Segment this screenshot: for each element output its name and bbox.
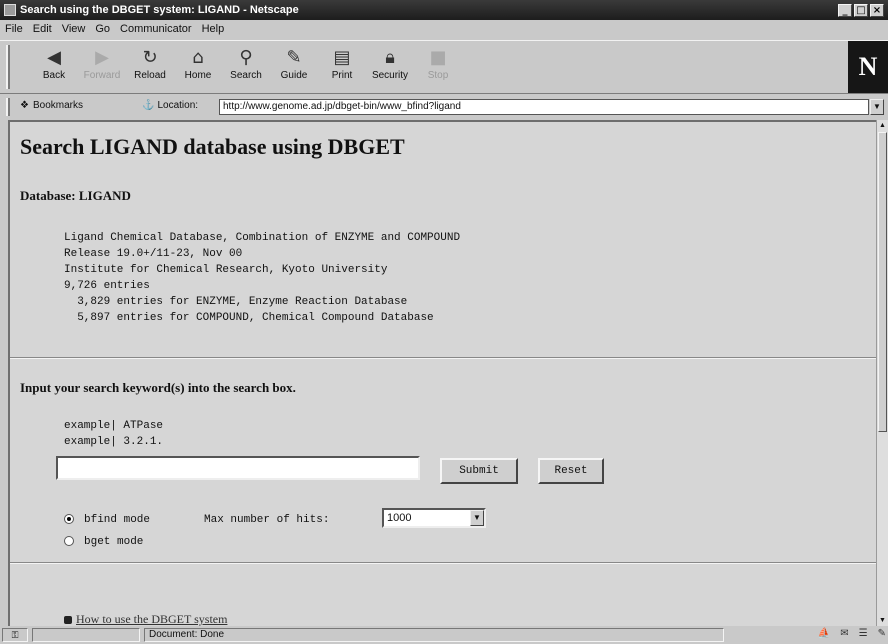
- menu-go[interactable]: Go: [90, 23, 115, 35]
- forward-button[interactable]: ▶ Forward: [80, 43, 124, 91]
- reset-button[interactable]: Reset: [538, 458, 604, 484]
- window-title-bar: Search using the DBGET system: LIGAND - …: [0, 0, 888, 20]
- status-text: Document: Done: [144, 628, 724, 642]
- database-label: Database: LIGAND: [20, 188, 131, 203]
- security-lock-icon[interactable]: ⚿: [2, 628, 28, 642]
- window-title: Search using the DBGET system: LIGAND - …: [20, 4, 299, 16]
- database-info: Ligand Chemical Database, Combination of…: [64, 232, 461, 324]
- forward-arrow-icon: ▶: [95, 47, 109, 68]
- bookmarks-icon: ❖: [20, 100, 29, 111]
- maximize-button[interactable]: □: [854, 3, 868, 17]
- stop-button[interactable]: ■ Stop: [416, 43, 460, 91]
- bget-mode-radio[interactable]: [64, 536, 74, 546]
- location-toolbar: ❖ Bookmarks ⚓ Location: http://www.genom…: [0, 96, 888, 118]
- newsgroups-icon[interactable]: ☰: [859, 628, 868, 642]
- divider: [10, 357, 876, 359]
- page-proxy-icon[interactable]: ⚓: [142, 100, 154, 111]
- print-icon: ▤: [333, 47, 351, 68]
- url-dropdown-button[interactable]: ▼: [870, 99, 884, 115]
- max-hits-select[interactable]: 1000 ▼: [382, 508, 486, 528]
- component-bar: ⛵ ✉ ☰ ✎: [728, 628, 886, 642]
- home-icon: ⌂: [192, 47, 204, 68]
- search-icon: ⚲: [239, 47, 253, 68]
- menu-file[interactable]: File: [0, 23, 28, 35]
- guide-icon: ✎: [286, 47, 302, 68]
- page-content: Search LIGAND database using DBGET Datab…: [8, 120, 876, 626]
- search-prompt: Input your search keyword(s) into the se…: [20, 380, 296, 395]
- back-arrow-icon: ◀: [47, 47, 61, 68]
- vertical-scrollbar[interactable]: ▲ ▼: [876, 120, 888, 626]
- navigation-toolbar: ◀ Back ▶ Forward ↻ Reload ⌂ Home ⚲ Search ✎ Gu…: [0, 40, 888, 94]
- divider: [10, 562, 876, 564]
- search-button[interactable]: ⚲ Search: [224, 43, 268, 91]
- menu-help[interactable]: Help: [197, 23, 230, 35]
- composer-icon[interactable]: ✎: [878, 628, 886, 642]
- minimize-button[interactable]: _: [838, 3, 852, 17]
- search-input[interactable]: [56, 456, 420, 480]
- location-grip[interactable]: [6, 98, 10, 116]
- close-button[interactable]: ×: [870, 3, 884, 17]
- howto-link[interactable]: How to use the DBGET system: [64, 612, 227, 626]
- scroll-up-icon[interactable]: ▲: [877, 120, 888, 131]
- security-icon: 🔒︎: [385, 47, 395, 68]
- max-hits-label: Max number of hits:: [204, 514, 330, 526]
- security-button[interactable]: 🔒︎ Security: [368, 43, 412, 91]
- menu-view[interactable]: View: [57, 23, 91, 35]
- bget-mode-label: bget mode: [84, 536, 144, 548]
- bfind-mode-radio[interactable]: [64, 514, 74, 524]
- netscape-app-icon: [4, 4, 16, 16]
- netscape-logo[interactable]: N: [848, 41, 888, 93]
- page-title: Search LIGAND database using DBGET: [20, 134, 405, 159]
- home-button[interactable]: ⌂ Home: [176, 43, 220, 91]
- bfind-mode-label: bfind mode: [84, 514, 151, 526]
- reload-button[interactable]: ↻ Reload: [128, 43, 172, 91]
- location-label: ⚓ Location:: [142, 100, 199, 111]
- print-button[interactable]: ▤ Print: [320, 43, 364, 91]
- progress-bar: [32, 628, 140, 642]
- menu-bar: File Edit View Go Communicator Help: [0, 20, 888, 38]
- scroll-down-icon[interactable]: ▼: [877, 615, 888, 626]
- mail-icon[interactable]: ✉: [840, 628, 848, 642]
- scroll-thumb[interactable]: [878, 132, 887, 432]
- guide-button[interactable]: ✎ Guide: [272, 43, 316, 91]
- example-atpase: example| ATPase: [64, 420, 164, 432]
- status-bar: ⚿ Document: Done ⛵ ✉ ☰ ✎: [0, 626, 888, 644]
- navigator-icon[interactable]: ⛵: [818, 628, 830, 642]
- toolbar-grip[interactable]: [6, 45, 10, 89]
- submit-button[interactable]: Submit: [440, 458, 518, 484]
- example-ec-number: example| 3.2.1.: [64, 436, 164, 448]
- bullet-icon: [64, 615, 72, 624]
- chevron-down-icon[interactable]: ▼: [470, 510, 484, 526]
- back-button[interactable]: ◀ Back: [32, 43, 76, 91]
- menu-communicator[interactable]: Communicator: [115, 23, 197, 35]
- url-field[interactable]: http://www.genome.ad.jp/dbget-bin/www_bf…: [219, 99, 869, 115]
- menu-edit[interactable]: Edit: [28, 23, 57, 35]
- bookmarks-button[interactable]: ❖ Bookmarks: [20, 100, 83, 111]
- reload-icon: ↻: [142, 47, 158, 68]
- stop-icon: ■: [429, 47, 447, 68]
